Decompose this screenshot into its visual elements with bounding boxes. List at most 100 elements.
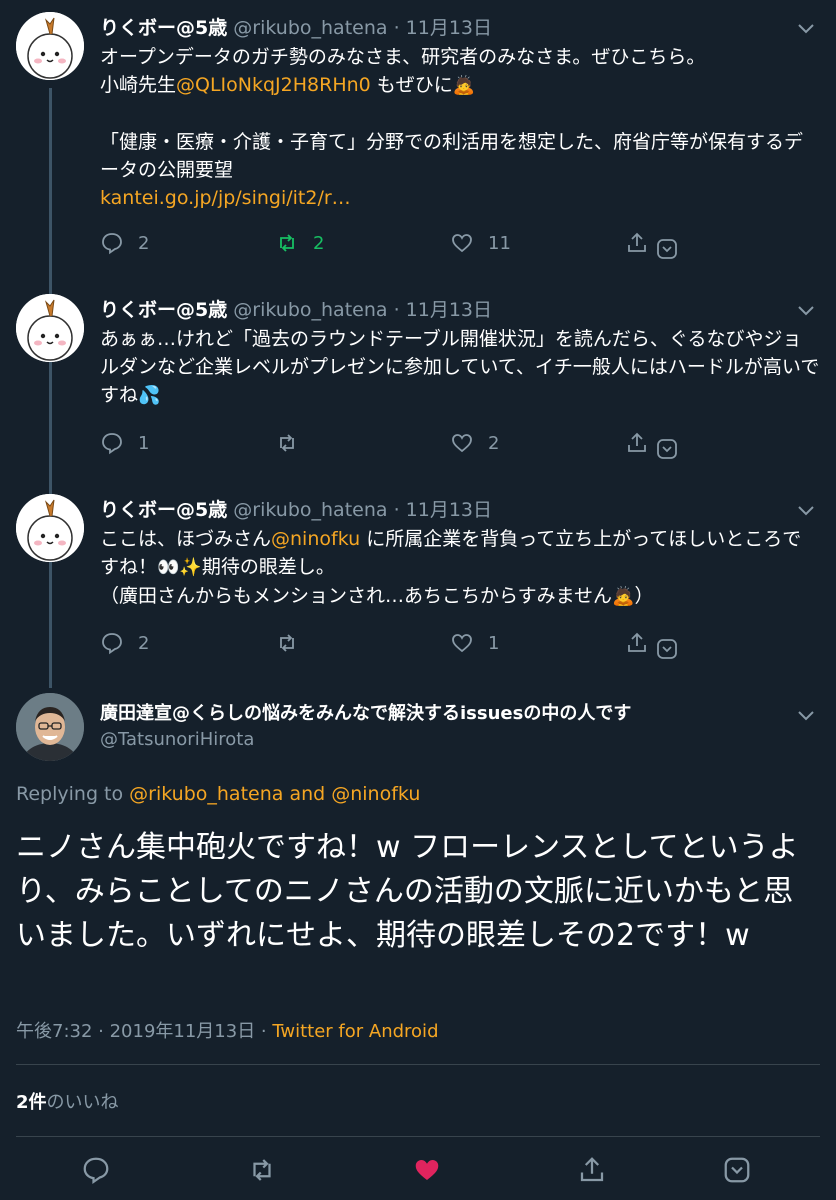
chevron-down-icon[interactable] xyxy=(794,16,818,40)
tweet-content: りくボー@5歳 @rikubo_hatena · 11月13日 あぁぁ…けれど「… xyxy=(100,296,820,410)
reply-button[interactable]: 2 xyxy=(100,228,149,258)
thread-tweet-2[interactable]: りくボー@5歳 @rikubo_hatena · 11月13日 あぁぁ…けれど「… xyxy=(0,294,836,474)
tweet-content: りくボー@5歳 @rikubo_hatena · 11月13日 オープンデータの… xyxy=(100,14,820,212)
tweet-header: りくボー@5歳 @rikubo_hatena · 11月13日 xyxy=(100,14,820,42)
mention-link[interactable]: @ninofku xyxy=(271,528,360,550)
chevron-down-box-icon xyxy=(724,1157,750,1183)
reply-icon xyxy=(102,233,122,255)
tweet-text-line: 「健康・医療・介護・子育て」分野での利活用を想定した、府省庁等が保有するデータの… xyxy=(100,131,804,181)
author-handle[interactable]: @rikubo_hatena xyxy=(233,17,387,39)
like-button[interactable] xyxy=(412,1155,442,1185)
author-handle[interactable]: @rikubo_hatena xyxy=(233,499,387,521)
tweet-header: りくボー@5歳 @rikubo_hatena · 11月13日 xyxy=(100,496,820,524)
avatar[interactable] xyxy=(16,12,84,80)
reply-count: 2 xyxy=(138,232,150,254)
tweet-text-line: 小崎先生@QLIoNkqJ2H8RHn0 もぜひに🙇 xyxy=(100,71,820,100)
retweet-count: 2 xyxy=(313,232,325,254)
likes-summary[interactable]: 2件のいいね xyxy=(16,1088,119,1114)
share-button[interactable] xyxy=(577,1155,607,1185)
reply-icon xyxy=(102,433,122,455)
tweet-date[interactable]: 11月13日 xyxy=(406,499,492,521)
more-options-button[interactable] xyxy=(655,434,693,464)
tweet-source[interactable]: Twitter for Android xyxy=(272,1021,438,1042)
tweet-text: ここは、ほづみさん@ninofku に所属企業を背負って立ち上がってほしいところ… xyxy=(100,525,820,611)
tweet-actions: 2 1 xyxy=(100,628,700,659)
thread-tweet-1[interactable]: りくボー@5歳 @rikubo_hatena · 11月13日 オープンデータの… xyxy=(0,12,836,282)
more-options-button[interactable] xyxy=(722,1155,752,1185)
retweet-button[interactable] xyxy=(275,628,313,658)
share-icon xyxy=(628,432,646,452)
share-icon xyxy=(580,1157,604,1182)
more-options-button[interactable] xyxy=(655,234,693,264)
like-count: 2 xyxy=(488,432,500,454)
avatar-character-icon xyxy=(16,294,84,362)
like-count: 11 xyxy=(488,232,511,254)
author-name[interactable]: りくボー@5歳 xyxy=(100,299,227,321)
reply-button[interactable]: 2 xyxy=(100,628,149,658)
reply-button[interactable]: 1 xyxy=(100,428,149,458)
author-name[interactable]: りくボー@5歳 xyxy=(100,499,227,521)
retweet-button[interactable] xyxy=(275,428,313,458)
main-author-name[interactable]: 廣田達宣@くらしの悩みをみんなで解決するissuesの中の人です xyxy=(100,701,786,727)
separator-dot: · xyxy=(393,499,400,521)
tweet-date[interactable]: 11月13日 xyxy=(406,17,492,39)
reply-icon xyxy=(83,1157,109,1185)
more-options-button[interactable] xyxy=(655,634,693,664)
like-button[interactable]: 11 xyxy=(450,228,511,258)
tweet-header: りくボー@5歳 @rikubo_hatena · 11月13日 xyxy=(100,296,820,324)
tweet-content: りくボー@5歳 @rikubo_hatena · 11月13日 ここは、ほづみさ… xyxy=(100,496,820,611)
heart-filled-icon xyxy=(415,1160,439,1180)
author-name[interactable]: りくボー@5歳 xyxy=(100,17,227,39)
divider xyxy=(16,1064,820,1065)
tweet-actions: 1 2 xyxy=(100,428,700,459)
reply-button[interactable] xyxy=(81,1155,111,1185)
tweet-text-segment: あぁぁ…けれど「過去のラウンドテーブル開催状況」を読んだら、ぐるなびやジョルダン… xyxy=(100,328,820,406)
retweet-icon xyxy=(253,1159,271,1181)
main-tweet-text: ニノさん集中砲火ですね！w フローレンスとしてというより、みらことしてのニノさん… xyxy=(16,830,799,953)
retweet-button[interactable]: 2 xyxy=(275,228,324,258)
like-button[interactable]: 2 xyxy=(450,428,499,458)
avatar[interactable] xyxy=(16,693,84,761)
tweet-timestamp[interactable]: 午後7:32 · 2019年11月13日 · xyxy=(16,1021,272,1042)
tweet-text: オープンデータのガチ勢のみなさま、研究者のみなさま。ぜひこちら。 小崎先生@QL… xyxy=(100,43,820,212)
avatar-photo-icon xyxy=(16,693,84,761)
thread-tweet-3[interactable]: りくボー@5歳 @rikubo_hatena · 11月13日 ここは、ほづみさ… xyxy=(0,494,836,674)
bowing-emoji: 🙇 xyxy=(612,586,635,607)
tweet-text-segment: もぜひに xyxy=(370,74,453,96)
avatar[interactable] xyxy=(16,494,84,562)
avatar-character-icon xyxy=(16,12,84,80)
tweet-date[interactable]: 11月13日 xyxy=(406,299,492,321)
tweet-text-segment: ここは、ほづみさん xyxy=(100,528,272,550)
tweet-text-segment: 期待の眼差し。 xyxy=(201,556,335,578)
bowing-emoji: 🙇 xyxy=(452,75,476,96)
avatar[interactable] xyxy=(16,294,84,362)
main-tweet-actions xyxy=(0,1145,836,1200)
replying-to-mentions[interactable]: @rikubo_hatena and @ninofku xyxy=(129,783,420,805)
retweet-icon xyxy=(280,234,294,252)
tweet-meta: 午後7:32 · 2019年11月13日 · Twitter for Andro… xyxy=(16,1017,439,1043)
url-link[interactable]: kantei.go.jp/jp/singi/it2/r… xyxy=(100,184,820,212)
heart-icon xyxy=(452,434,472,453)
main-author-handle[interactable]: @TatsunoriHirota xyxy=(100,727,786,753)
like-count: 1 xyxy=(488,632,500,654)
mention-link[interactable]: @QLIoNkqJ2H8RHn0 xyxy=(176,74,371,96)
reply-icon xyxy=(102,633,122,655)
separator-dot: · xyxy=(393,17,400,39)
main-author-block: 廣田達宣@くらしの悩みをみんなで解決するissuesの中の人です @Tatsun… xyxy=(100,701,786,753)
author-handle[interactable]: @rikubo_hatena xyxy=(233,299,387,321)
tweet-actions: 2 2 11 xyxy=(100,228,700,259)
chevron-down-icon[interactable] xyxy=(794,298,818,322)
heart-icon xyxy=(452,634,472,653)
chevron-down-icon[interactable] xyxy=(794,498,818,522)
replying-to-line: Replying to @rikubo_hatena and @ninofku xyxy=(16,783,420,805)
chevron-down-box-icon xyxy=(657,639,677,659)
chevron-down-icon[interactable] xyxy=(794,703,818,727)
likes-count: 2件 xyxy=(16,1092,47,1113)
eyes-sparkles-emoji: 👀✨ xyxy=(157,557,202,578)
reply-count: 2 xyxy=(138,632,150,654)
tweet-text-line: オープンデータのガチ勢のみなさま、研究者のみなさま。ぜひこちら。 xyxy=(100,46,706,68)
like-button[interactable]: 1 xyxy=(450,628,499,658)
retweet-button[interactable] xyxy=(247,1155,277,1185)
divider xyxy=(16,1136,820,1137)
